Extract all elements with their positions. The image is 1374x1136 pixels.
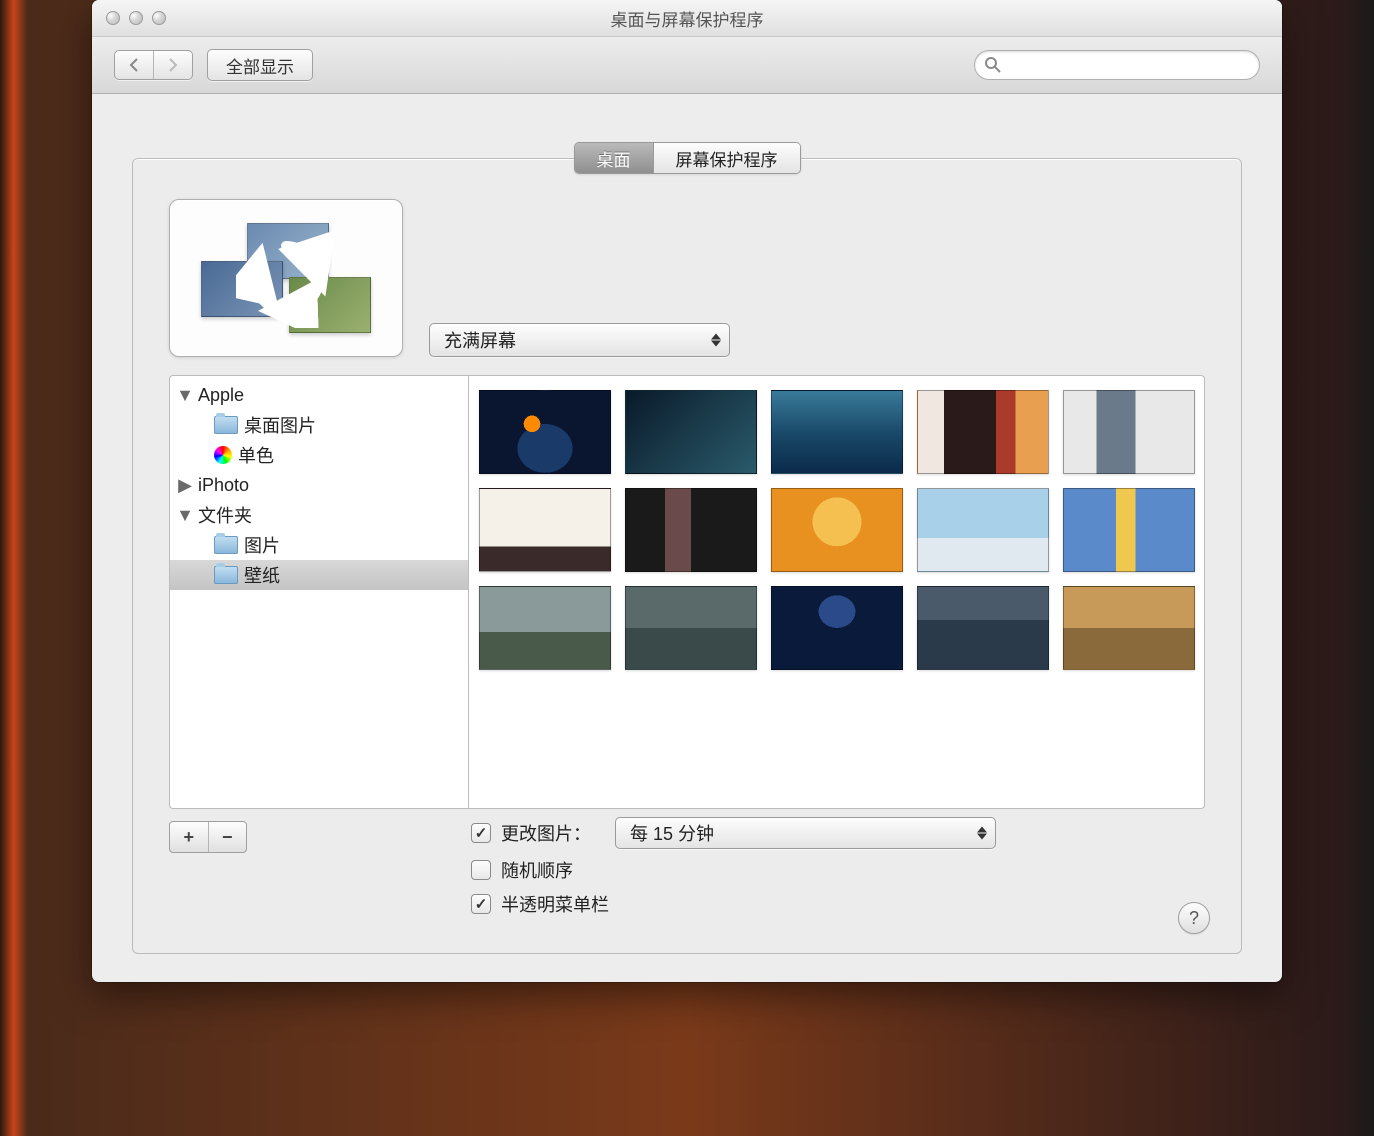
wallpaper-thumbnail[interactable] — [1063, 586, 1195, 670]
fill-mode-dropdown[interactable]: 充满屏幕 — [429, 323, 730, 357]
search-input[interactable] — [974, 50, 1260, 80]
add-source-button[interactable]: + — [170, 822, 208, 852]
search-icon — [984, 56, 1002, 74]
content-area: 桌面 屏幕保护程序 — [92, 94, 1282, 982]
change-picture-label: 更改图片： — [501, 820, 591, 846]
desktop-panel: 充满屏幕 ▼ Apple 桌面图片 — [132, 158, 1242, 954]
options-group: 更改图片： 每 15 分钟 随机顺序 — [471, 817, 996, 925]
titlebar: 桌面与屏幕保护程序 — [92, 0, 1282, 37]
disclosure-triangle-icon: ▶ — [178, 475, 192, 496]
toolbar: 全部显示 — [92, 37, 1282, 94]
sidebar-item-apple[interactable]: ▼ Apple — [170, 380, 468, 410]
wallpaper-thumbnail[interactable] — [771, 390, 903, 474]
change-interval-dropdown[interactable]: 每 15 分钟 — [615, 817, 996, 849]
wallpaper-thumbnail[interactable] — [917, 488, 1049, 572]
wallpaper-thumbnail[interactable] — [771, 488, 903, 572]
fill-mode-value: 充满屏幕 — [444, 327, 516, 353]
wallpaper-thumbnail[interactable] — [625, 586, 757, 670]
change-interval-value: 每 15 分钟 — [630, 820, 714, 846]
wallpaper-thumbnail[interactable] — [625, 488, 757, 572]
help-button[interactable]: ? — [1178, 902, 1210, 934]
sidebar-item-pictures-folder[interactable]: 图片 — [170, 530, 468, 560]
colorwheel-icon — [214, 446, 232, 464]
window-controls — [106, 11, 166, 25]
wallpaper-thumbnail[interactable] — [771, 586, 903, 670]
current-wallpaper-preview — [169, 199, 403, 357]
forward-button[interactable] — [153, 51, 192, 79]
tab-bar: 桌面 屏幕保护程序 — [574, 142, 801, 174]
tab-desktop[interactable]: 桌面 — [575, 143, 653, 173]
remove-source-button[interactable]: − — [208, 822, 247, 852]
cycle-icon — [236, 228, 336, 328]
window-title: 桌面与屏幕保护程序 — [611, 6, 764, 31]
folder-icon — [214, 566, 238, 584]
translucent-menubar-label: 半透明菜单栏 — [501, 891, 609, 917]
random-order-label: 随机顺序 — [501, 857, 573, 883]
wallpaper-thumbnail[interactable] — [479, 390, 611, 474]
translucent-menubar-checkbox[interactable] — [471, 894, 491, 914]
minimize-window-button[interactable] — [129, 11, 143, 25]
preferences-window: 桌面与屏幕保护程序 全部显示 桌面 屏幕保护程序 — [92, 0, 1282, 982]
sidebar-item-wallpapers-folder[interactable]: 壁纸 — [170, 560, 468, 590]
disclosure-triangle-icon: ▼ — [178, 385, 192, 406]
random-order-checkbox[interactable] — [471, 860, 491, 880]
show-all-label: 全部显示 — [226, 53, 294, 78]
sidebar-item-folders[interactable]: ▼ 文件夹 — [170, 500, 468, 530]
chevron-right-icon — [167, 58, 179, 72]
help-label: ? — [1189, 908, 1199, 929]
disclosure-triangle-icon: ▼ — [178, 505, 192, 526]
wallpaper-thumbnail[interactable] — [1063, 488, 1195, 572]
search-field-wrap — [974, 50, 1260, 80]
wallpaper-thumbnail[interactable] — [1063, 390, 1195, 474]
wallpaper-thumbnail[interactable] — [479, 586, 611, 670]
source-split: ▼ Apple 桌面图片 单色 ▶ iPhoto — [169, 375, 1205, 809]
zoom-window-button[interactable] — [152, 11, 166, 25]
show-all-button[interactable]: 全部显示 — [207, 49, 313, 81]
tab-screensaver[interactable]: 屏幕保护程序 — [653, 143, 800, 173]
sidebar-item-iphoto[interactable]: ▶ iPhoto — [170, 470, 468, 500]
wallpaper-thumbnail[interactable] — [625, 390, 757, 474]
wallpaper-thumbnail[interactable] — [917, 586, 1049, 670]
back-button[interactable] — [115, 51, 153, 79]
chevron-left-icon — [128, 58, 140, 72]
add-remove-source: + − — [169, 821, 247, 853]
wallpaper-thumbnail[interactable] — [917, 390, 1049, 474]
updown-arrows-icon — [977, 827, 987, 840]
wallpaper-thumbnail[interactable] — [479, 488, 611, 572]
sidebar-item-solid-colors[interactable]: 单色 — [170, 440, 468, 470]
change-picture-checkbox[interactable] — [471, 823, 491, 843]
updown-arrows-icon — [711, 334, 721, 347]
folder-icon — [214, 416, 238, 434]
wallpaper-grid — [469, 376, 1204, 808]
folder-icon — [214, 536, 238, 554]
source-sidebar: ▼ Apple 桌面图片 单色 ▶ iPhoto — [170, 376, 469, 808]
close-window-button[interactable] — [106, 11, 120, 25]
sidebar-item-desktop-pictures[interactable]: 桌面图片 — [170, 410, 468, 440]
nav-segmented — [114, 50, 193, 80]
